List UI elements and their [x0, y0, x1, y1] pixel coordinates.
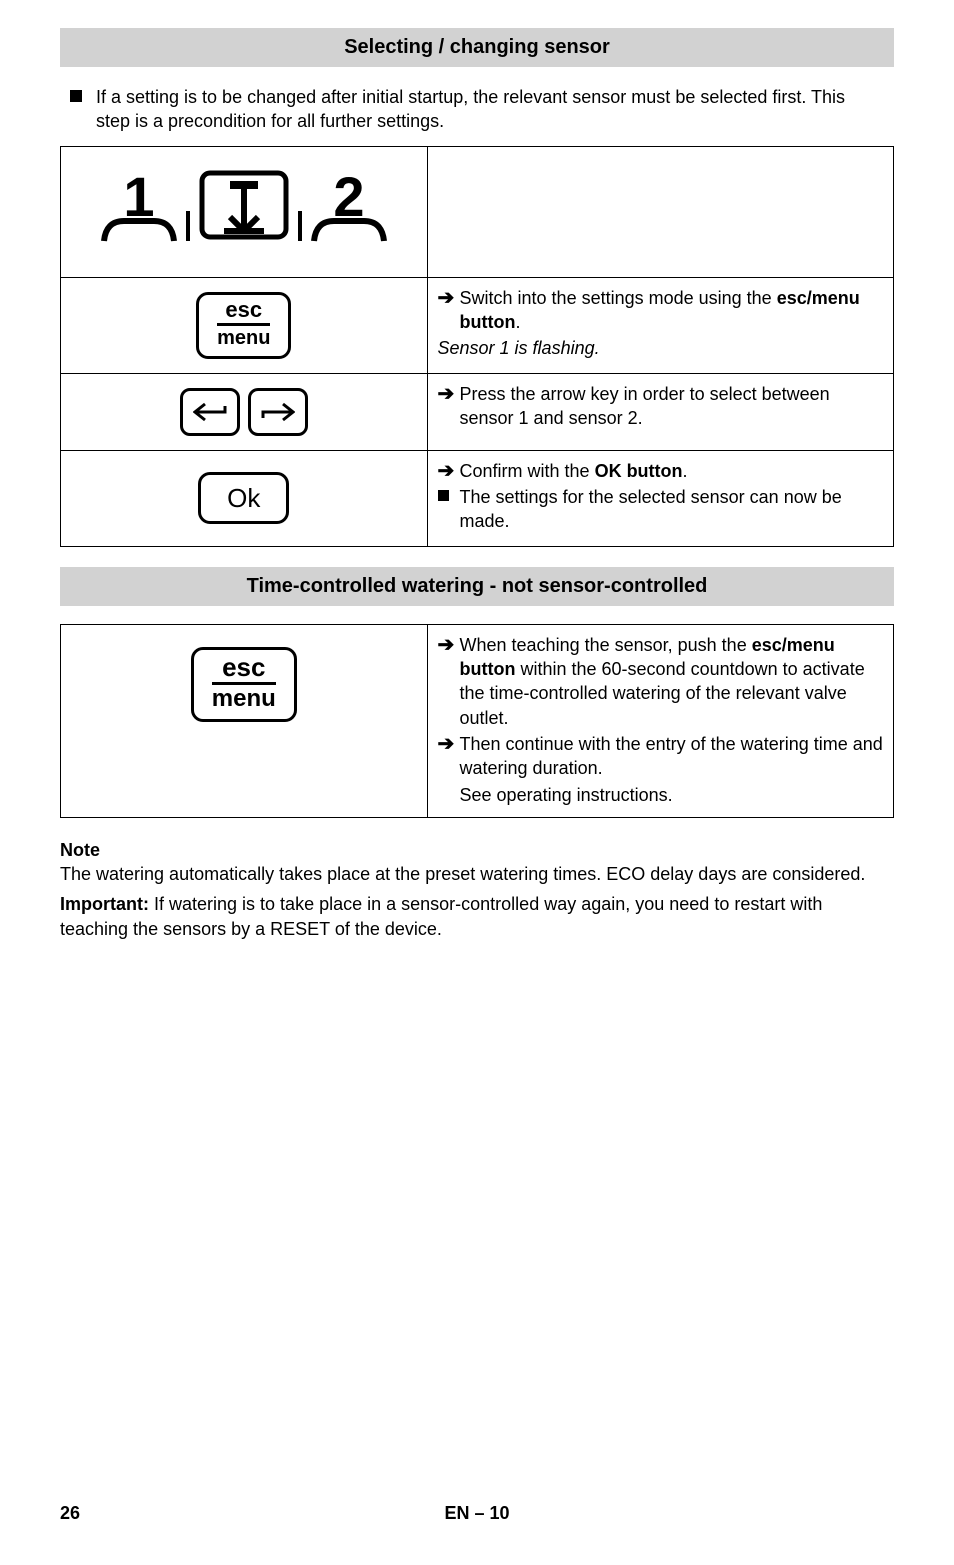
svg-text:2: 2 — [333, 165, 364, 228]
ok-cell: Ok — [61, 450, 428, 546]
footer-mid: EN – 10 — [120, 1501, 834, 1525]
empty-text-cell — [427, 146, 893, 277]
page-footer: 26 EN – 10 — [60, 1501, 894, 1525]
section-title-1: Selecting / changing sensor — [60, 28, 894, 67]
esc-menu-button-icon: esc menu — [196, 292, 291, 359]
sensor-graphic-cell: 1 2 — [61, 146, 428, 277]
arrow-right-icon: ➔ — [438, 732, 460, 781]
right-arrow-key-icon — [248, 388, 308, 436]
sec2-l3: See operating instructions. — [460, 783, 883, 807]
note-heading: Note — [60, 838, 894, 862]
section-title-2: Time-controlled watering - not sensor-co… — [60, 567, 894, 606]
row4-line1: Confirm with the OK button. — [460, 459, 883, 483]
key-bot: menu — [212, 687, 276, 711]
esc-menu-cell: esc menu — [61, 277, 428, 373]
instruction-table-2: esc menu ➔ When teaching the sensor, pus… — [60, 624, 894, 818]
esc-menu-button-icon: esc menu — [191, 647, 297, 722]
row2-line1: Switch into the settings mode using the … — [460, 286, 883, 335]
note-body: The watering automatically takes place a… — [60, 862, 894, 886]
row4-text: ➔ Confirm with the OK button. The settin… — [427, 450, 893, 546]
key-top: esc — [217, 299, 270, 326]
left-arrow-key-icon — [180, 388, 240, 436]
row2-text: ➔ Switch into the settings mode using th… — [427, 277, 893, 373]
square-bullet-icon — [70, 90, 82, 102]
arrow-keys-cell — [61, 373, 428, 450]
arrow-right-icon: ➔ — [438, 633, 460, 730]
note-important: Important: If watering is to take place … — [60, 892, 894, 941]
ok-button-icon: Ok — [198, 472, 289, 524]
intro-text: If a setting is to be changed after init… — [96, 85, 884, 134]
square-bullet-icon — [438, 485, 460, 534]
arrow-right-icon: ➔ — [438, 286, 460, 335]
key-top: esc — [212, 654, 276, 685]
sec2-l1: When teaching the sensor, push the esc/m… — [460, 633, 883, 730]
key-bot: menu — [217, 328, 270, 348]
row3-text: ➔ Press the arrow key in order to select… — [427, 373, 893, 450]
sec2-text: ➔ When teaching the sensor, push the esc… — [427, 624, 893, 817]
sensor-12-icon: 1 2 — [94, 161, 394, 257]
arrow-right-icon: ➔ — [438, 382, 460, 431]
row3-line: Press the arrow key in order to select b… — [460, 382, 883, 431]
arrow-key-pair-icon — [180, 388, 308, 436]
esc-menu-cell-2: esc menu — [61, 624, 428, 817]
row4-sq: The settings for the selected sensor can… — [460, 485, 883, 534]
page-number: 26 — [60, 1501, 120, 1525]
intro-bullet: If a setting is to be changed after init… — [70, 85, 884, 134]
instruction-table-1: 1 2 esc menu — [60, 146, 894, 547]
sec2-l2: Then continue with the entry of the wate… — [460, 732, 883, 781]
arrow-right-icon: ➔ — [438, 459, 460, 483]
row2-italic: Sensor 1 is flashing. — [438, 336, 883, 360]
svg-text:1: 1 — [123, 165, 154, 228]
